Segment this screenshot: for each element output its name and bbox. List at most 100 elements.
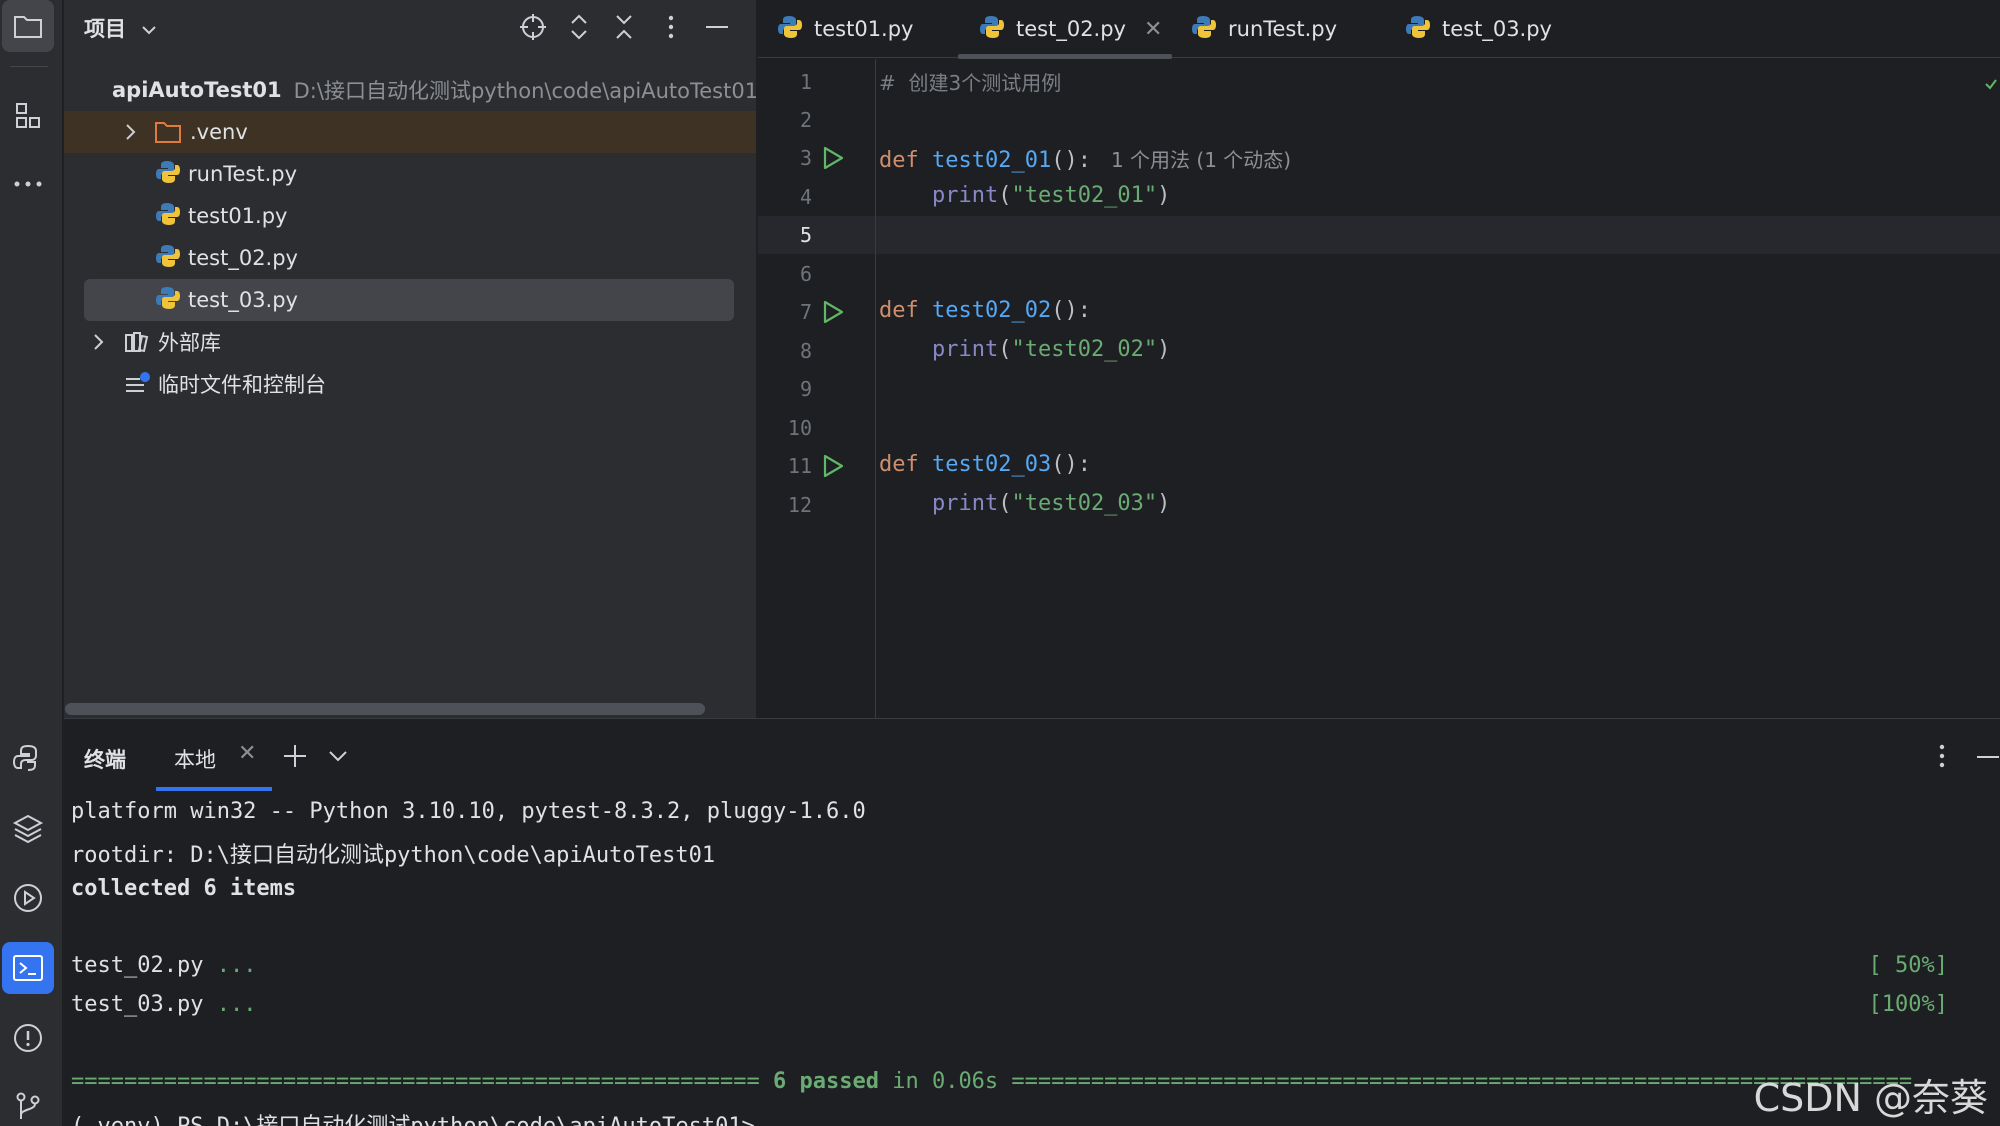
terminal-prompt[interactable]: (.venv) PS D:\接口自动化测试python\code\apiAuto… xyxy=(71,1108,755,1126)
terminal-title: 终端 xyxy=(84,748,126,772)
collapse-all-button[interactable] xyxy=(607,10,641,44)
tree-item-scratches[interactable]: 临时文件和控制台 xyxy=(64,363,756,405)
services-button[interactable] xyxy=(2,872,54,924)
code-line-11[interactable]: def test02_03(): xyxy=(879,452,1091,477)
horizontal-scrollbar[interactable] xyxy=(65,703,705,715)
project-panel-title[interactable]: 项目 xyxy=(84,13,157,43)
tree-item-test03[interactable]: test_03.py xyxy=(84,279,734,321)
run-test-icon[interactable] xyxy=(820,453,846,479)
code-signature: (): xyxy=(1051,148,1091,173)
terminal-tab-local[interactable]: 本地 xyxy=(174,744,216,774)
git-branch-icon xyxy=(16,1092,40,1119)
problems-button[interactable] xyxy=(2,1012,54,1064)
python-console-button[interactable] xyxy=(2,732,54,784)
minimize-icon xyxy=(706,26,728,28)
vertical-dots-icon[interactable] xyxy=(1938,743,1946,769)
python-console-icon xyxy=(12,744,37,771)
tree-item-test01[interactable]: test01.py xyxy=(64,195,756,237)
code-signature: (): xyxy=(1051,452,1091,477)
warning-circle-icon xyxy=(14,1024,42,1052)
code-builtin: print xyxy=(931,491,999,516)
tool-strip xyxy=(0,0,63,1126)
code-signature: (): xyxy=(1051,298,1091,323)
crosshair-icon xyxy=(520,14,546,40)
project-title-label: 项目 xyxy=(84,17,126,41)
excluded-folder-icon xyxy=(155,122,181,143)
summary-rule-left: ========================================… xyxy=(71,1069,773,1094)
project-panel-header: 项目 xyxy=(64,0,756,54)
code-function-name: test02_03 xyxy=(932,452,1052,477)
line-number: 1 xyxy=(799,70,812,94)
watermark: CSDN @奈葵 xyxy=(1753,1076,1988,1120)
code-line-8[interactable]: print("test02_02") xyxy=(879,337,1170,362)
editor-gutter: 1 2 3 4 5 6 7 8 9 10 11 12 xyxy=(758,59,876,718)
code-line-7[interactable]: def test02_02(): xyxy=(879,298,1091,323)
project-tool-button[interactable] xyxy=(2,0,54,52)
usage-hint[interactable]: 1 个用法 (1 个动态) xyxy=(1111,148,1291,172)
tree-item-external-libs[interactable]: 外部库 xyxy=(64,321,756,363)
tree-root-row[interactable]: apiAutoTest01 D:\接口自动化测试python\code\apiA… xyxy=(64,69,756,111)
inspection-ok-icon[interactable] xyxy=(1984,78,1998,90)
tab-label: test01.py xyxy=(814,17,914,41)
more-tools-button[interactable] xyxy=(2,158,54,210)
git-button[interactable] xyxy=(2,1080,54,1126)
tab-test02[interactable]: test_02.py ✕ xyxy=(980,0,1162,58)
tab-test01[interactable]: test01.py xyxy=(778,0,913,58)
code-line-1[interactable]: # 创建3个测试用例 xyxy=(879,67,1061,96)
chevron-down-icon[interactable] xyxy=(328,749,348,763)
code-function-name: test02_01 xyxy=(932,148,1052,173)
python-file-icon xyxy=(156,286,180,315)
minimize-icon[interactable] xyxy=(1976,755,2000,759)
tab-runtest[interactable]: runTest.py xyxy=(1192,0,1337,58)
close-icon[interactable]: ✕ xyxy=(238,741,256,766)
expand-all-button[interactable] xyxy=(562,10,596,44)
python-file-icon xyxy=(1406,15,1430,44)
terminal-test-line: test_03.py ... xyxy=(71,992,256,1017)
terminal-tool-button[interactable] xyxy=(2,942,54,994)
close-icon[interactable]: ✕ xyxy=(1144,17,1162,42)
line-number: 6 xyxy=(799,262,812,286)
tab-test03[interactable]: test_03.py xyxy=(1406,0,1552,58)
line-number: 3 xyxy=(799,146,812,170)
python-file-icon xyxy=(1192,15,1216,44)
line-number: 9 xyxy=(799,377,812,401)
tree-item-label: test01.py xyxy=(188,204,288,228)
run-test-icon[interactable] xyxy=(820,299,846,325)
structure-tool-button[interactable] xyxy=(2,90,54,142)
line-number: 4 xyxy=(799,185,812,209)
tree-item-label: runTest.py xyxy=(188,162,298,186)
code-line-3[interactable]: def test02_01(): 1 个用法 (1 个动态) xyxy=(879,144,1291,173)
tree-item-test02[interactable]: test_02.py xyxy=(64,237,756,279)
code-string: "test02_02" xyxy=(1011,337,1158,362)
summary-passed: 6 passed xyxy=(773,1069,879,1094)
project-options-button[interactable] xyxy=(654,10,688,44)
python-file-icon xyxy=(156,244,180,273)
code-line-12[interactable]: print("test02_03") xyxy=(879,491,1170,516)
folder-icon xyxy=(14,16,42,38)
tree-item-runtest[interactable]: runTest.py xyxy=(64,153,756,195)
terminal-summary-line: ========================================… xyxy=(71,1069,2000,1094)
hide-panel-button[interactable] xyxy=(700,10,734,44)
code-comment: # 创建3个测试用例 xyxy=(879,71,1062,95)
editor-panel: test01.py test_02.py ✕ runTest.py test_0… xyxy=(758,0,2000,718)
python-file-icon xyxy=(778,15,802,44)
terminal-icon xyxy=(13,955,43,981)
python-packages-button[interactable] xyxy=(2,802,54,854)
tree-item-venv[interactable]: .venv xyxy=(64,111,756,153)
tree-item-label: test_02.py xyxy=(188,246,298,270)
terminal-output-line: platform win32 -- Python 3.10.10, pytest… xyxy=(71,799,866,824)
chevron-right-icon xyxy=(94,334,104,350)
run-services-icon xyxy=(14,884,42,912)
run-test-icon[interactable] xyxy=(820,145,846,171)
terminal-output-line: collected 6 items xyxy=(71,876,297,901)
code-builtin: print xyxy=(931,183,999,208)
code-function-name: test02_02 xyxy=(932,298,1052,323)
tree-item-label: test_03.py xyxy=(188,288,298,312)
locate-file-button[interactable] xyxy=(516,10,550,44)
chevron-down-icon xyxy=(142,26,157,35)
code-string: "test02_03" xyxy=(1011,491,1158,516)
code-keyword: def xyxy=(879,452,919,477)
line-number: 8 xyxy=(799,339,812,363)
plus-icon[interactable] xyxy=(282,743,308,769)
code-line-4[interactable]: print("test02_01") xyxy=(879,183,1170,208)
